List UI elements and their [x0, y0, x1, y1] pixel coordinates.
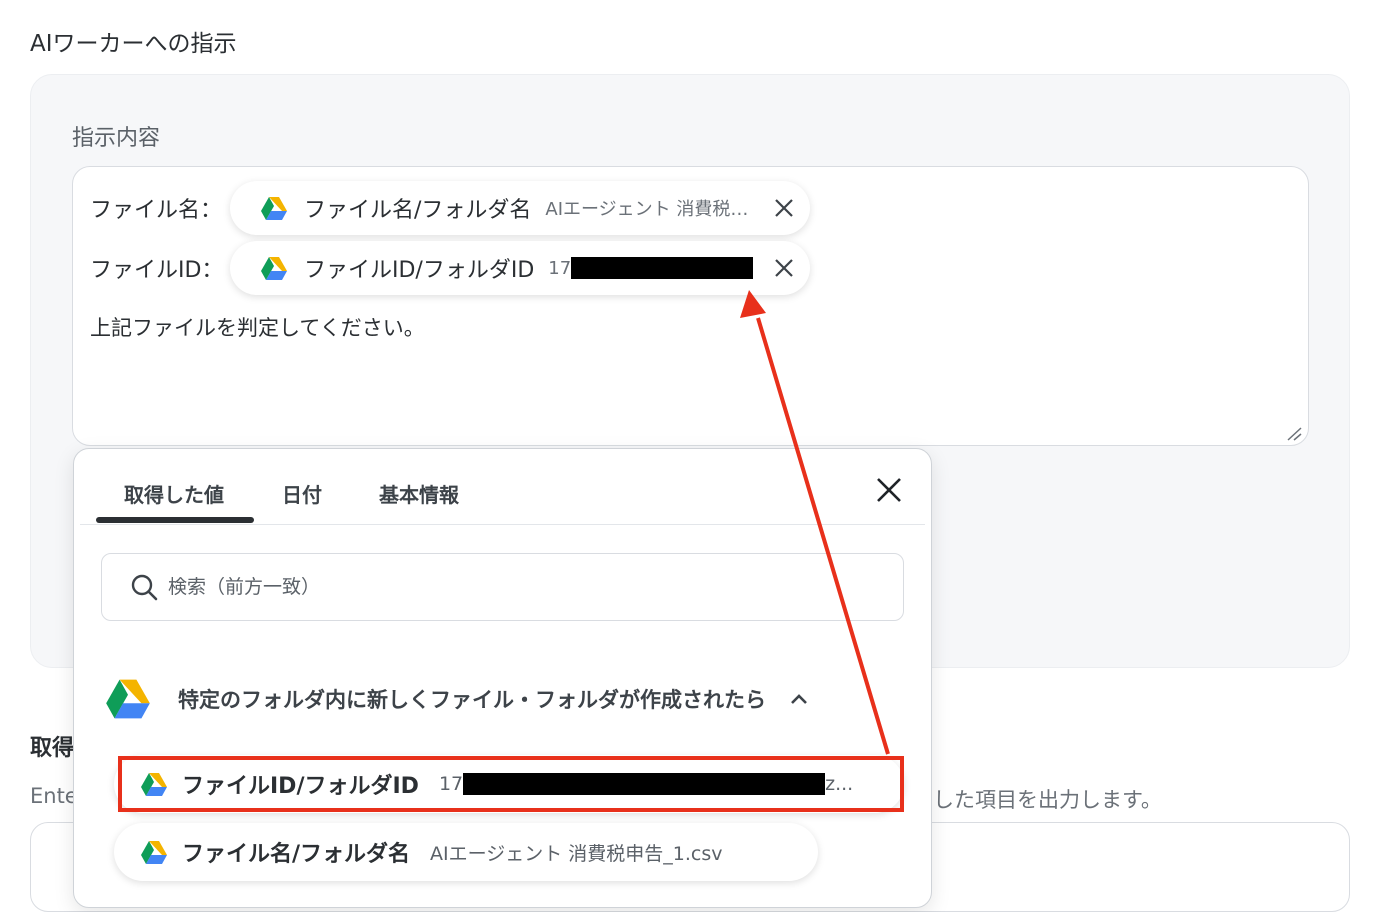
remove-chip-icon[interactable]	[772, 196, 796, 220]
file-name-label: ファイル名：	[90, 198, 223, 223]
google-drive-icon	[261, 196, 287, 220]
file-id-chip[interactable]: ファイルID/フォルダID 17	[230, 241, 810, 295]
instruction-body-text: 上記ファイルを判定してください。	[90, 316, 425, 340]
redaction-bar	[571, 257, 754, 279]
value-item-file-name[interactable]: ファイル名/フォルダ名 AIエージェント 消費税申告_1.csv	[114, 823, 818, 881]
chip-value: 17	[548, 257, 572, 279]
active-tab-indicator	[96, 517, 254, 523]
instruction-label: 指示内容	[72, 126, 161, 151]
close-icon[interactable]	[874, 475, 904, 505]
chip-name: ファイルID/フォルダID	[304, 258, 535, 283]
file-id-label: ファイルID：	[90, 258, 224, 283]
google-drive-icon	[106, 679, 150, 719]
resize-grip-icon[interactable]	[1286, 427, 1302, 441]
chevron-up-icon[interactable]	[788, 688, 810, 710]
highlight-box	[118, 756, 904, 812]
google-drive-icon	[261, 256, 287, 280]
tab-acquired-values[interactable]: 取得した値	[124, 479, 224, 508]
chip-name: ファイル名/フォルダ名	[304, 198, 532, 223]
item-value: AIエージェント 消費税申告_1.csv	[430, 842, 723, 865]
tab-divider	[80, 524, 925, 525]
item-name: ファイル名/フォルダ名	[182, 842, 411, 867]
search-input[interactable]	[166, 575, 870, 599]
remove-chip-icon[interactable]	[772, 256, 796, 280]
section-title: AIワーカーへの指示	[30, 31, 237, 57]
search-box[interactable]	[101, 553, 904, 621]
google-drive-icon	[141, 840, 167, 864]
search-icon	[131, 574, 158, 601]
output-description-right: した項目を出力します。	[933, 788, 1162, 812]
tab-basic-info[interactable]: 基本情報	[379, 479, 459, 508]
output-description-left: Ente	[30, 784, 78, 808]
output-section-title: 取得	[30, 736, 75, 761]
group-label: 特定のフォルダ内に新しくファイル・フォルダが作成されたら	[178, 688, 766, 712]
tab-date[interactable]: 日付	[282, 479, 322, 508]
trigger-group-header[interactable]: 特定のフォルダ内に新しくファイル・フォルダが作成されたら	[104, 675, 904, 723]
chip-value: AIエージェント 消費税申告_1.csv	[545, 199, 749, 220]
file-name-chip[interactable]: ファイル名/フォルダ名 AIエージェント 消費税申告_1.csv	[230, 181, 810, 235]
